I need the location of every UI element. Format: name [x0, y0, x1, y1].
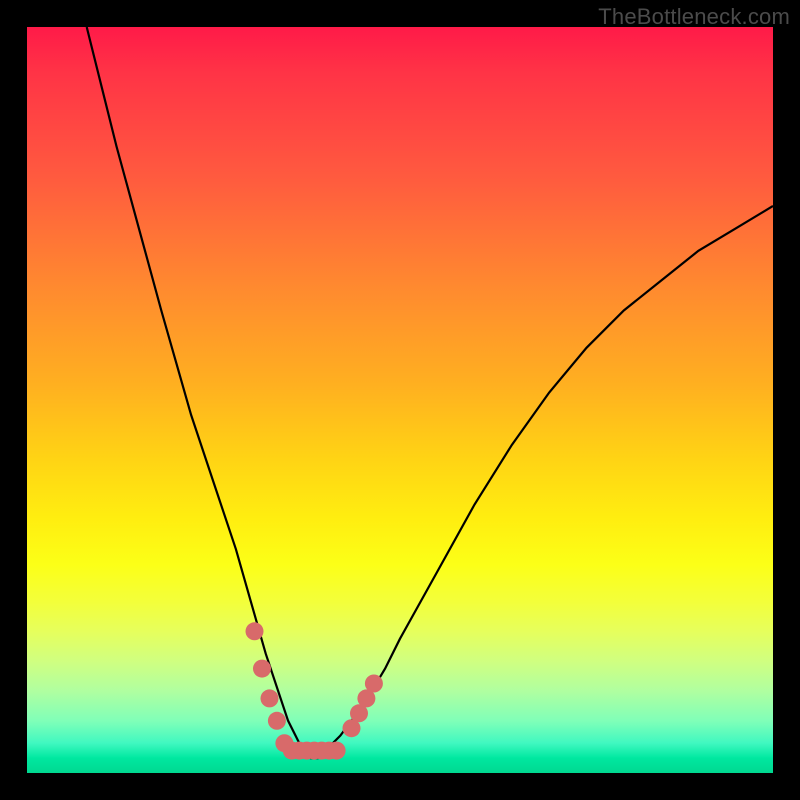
chart-frame: TheBottleneck.com: [0, 0, 800, 800]
curve-marker: [246, 622, 264, 640]
curve-markers: [246, 622, 383, 759]
bottleneck-curve: [87, 27, 773, 758]
watermark-text: TheBottleneck.com: [598, 4, 790, 30]
curve-marker: [253, 660, 271, 678]
chart-plot-area: [27, 27, 773, 773]
chart-svg: [27, 27, 773, 773]
curve-marker: [268, 712, 286, 730]
curve-marker: [328, 742, 346, 760]
curve-marker: [365, 675, 383, 693]
curve-marker: [261, 689, 279, 707]
